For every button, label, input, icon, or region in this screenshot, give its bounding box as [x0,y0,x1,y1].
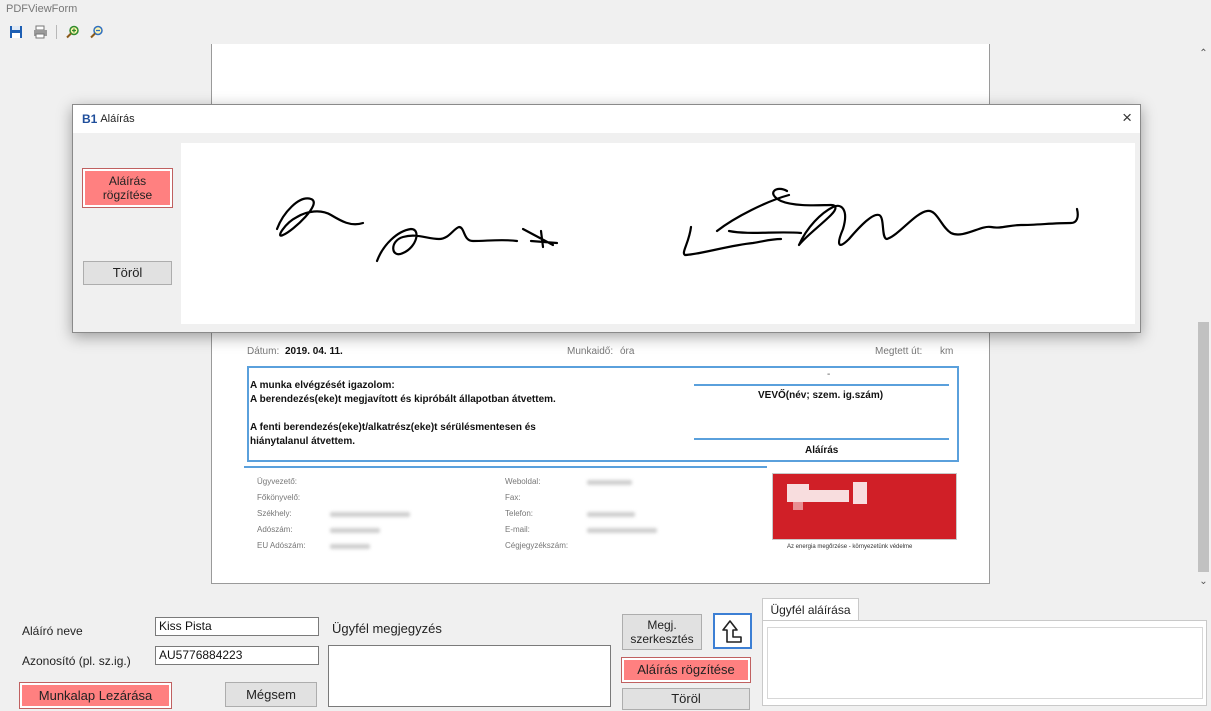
save-icon [10,26,22,38]
record-signature-form-button[interactable]: Aláírás rögzítése [621,657,751,683]
signer-name-label: Aláíró neve [22,624,83,638]
buyer-line [694,384,949,386]
footer-right-item: Telefon: [505,509,534,518]
confirm-line-2: A berendezés(eke)t megjavított és kiprób… [250,394,556,405]
footer-right-item: Cégjegyzékszám: [505,541,569,550]
scrollbar-thumb[interactable] [1198,322,1209,572]
distance-label: Megtett út: [875,346,923,357]
footer-left-item: Ügyvezető: [257,477,298,486]
vertical-scrollbar[interactable]: ⌃ ⌄ [1196,44,1211,596]
clear-form-button[interactable]: Töröl [622,688,750,710]
close-icon[interactable]: × [1122,109,1132,127]
confirm-line-4: hiánytalanul átvettem. [250,436,356,447]
company-logo [772,473,957,540]
footer-left-item: Székhely: [257,509,292,518]
distance-unit: km [940,346,954,357]
redacted-text [330,512,410,517]
record-signature-button[interactable]: Aláírás rögzítése [82,168,173,208]
comment-label: Ügyfél megjegyzés [332,621,442,636]
redacted-text [587,528,657,533]
date-value: 2019. 04. 11. [285,346,343,357]
customer-signature-panel [762,620,1207,706]
chevron-up-icon[interactable]: ⌃ [1196,48,1211,62]
worktime-unit: óra [620,346,635,357]
app-logo-icon: B1 [82,112,98,126]
save-button[interactable] [6,22,26,42]
signature-label: Aláírás [805,445,839,456]
confirmation-box: A munka elvégzését igazolom: A berendezé… [247,366,959,462]
print-button[interactable] [30,22,50,42]
footer-left-item: Főkönyvelő: [257,493,301,502]
cancel-button[interactable]: Mégsem [225,682,317,707]
footer-right-item: E-mail: [505,525,530,534]
zoom-out-icon [90,25,103,39]
signature-line [694,438,949,440]
id-input[interactable]: AU5776884223 [155,646,319,665]
signature-dialog: B1 Aláírás × Aláírás rögzítése Töröl [72,104,1141,333]
customer-signature-canvas[interactable] [767,627,1203,699]
toolbar-separator [56,25,57,39]
signature-drawing [275,187,1079,263]
tab-customer-signature[interactable]: Ügyfél aláírása [762,598,859,620]
edit-comment-button[interactable]: Megj. szerkesztés [622,614,702,650]
footer-right-item: Weboldal: [505,477,541,486]
clear-signature-button[interactable]: Töröl [83,261,172,285]
chevron-down-icon[interactable]: ⌄ [1196,576,1211,590]
redacted-text [587,512,635,517]
worktime-label: Munkaidő: [567,346,614,357]
confirm-line-1: A munka elvégzését igazolom: [250,380,395,391]
close-worksheet-button[interactable]: Munkalap Lezárása [19,682,172,709]
rotate-icon [721,620,742,643]
zoom-in-icon [66,25,79,39]
zoom-in-button[interactable] [63,22,83,42]
footer-separator [244,466,767,468]
redacted-text [330,544,370,549]
footer-left-item: Adószám: [257,525,293,534]
logo-tagline: Az energia megőrzése - környezetünk véde… [787,544,913,550]
window-title: PDFViewForm [6,3,78,15]
footer-left-item: EU Adószám: [257,541,306,550]
signer-name-input[interactable]: Kiss Pista [155,617,319,636]
confirm-line-3: A fenti berendezés(eke)t/alkatrész(eke)t… [250,422,536,433]
id-label: Azonosító (pl. sz.ig.) [22,654,131,668]
dialog-title: Aláírás [100,113,135,125]
rotate-button[interactable] [713,613,752,649]
buyer-label: VEVŐ(név; szem. ig.szám) [758,390,884,401]
comment-input[interactable] [328,645,611,707]
footer-right-item: Fax: [505,493,521,502]
toolbar [6,20,107,44]
print-icon [33,25,47,39]
date-label: Dátum: [247,346,280,357]
dash-text: - [827,369,831,380]
redacted-text [587,480,632,485]
redacted-text [330,528,380,533]
dialog-titlebar: B1 Aláírás × [73,105,1140,133]
signature-canvas[interactable] [181,143,1135,324]
zoom-out-button[interactable] [87,22,107,42]
